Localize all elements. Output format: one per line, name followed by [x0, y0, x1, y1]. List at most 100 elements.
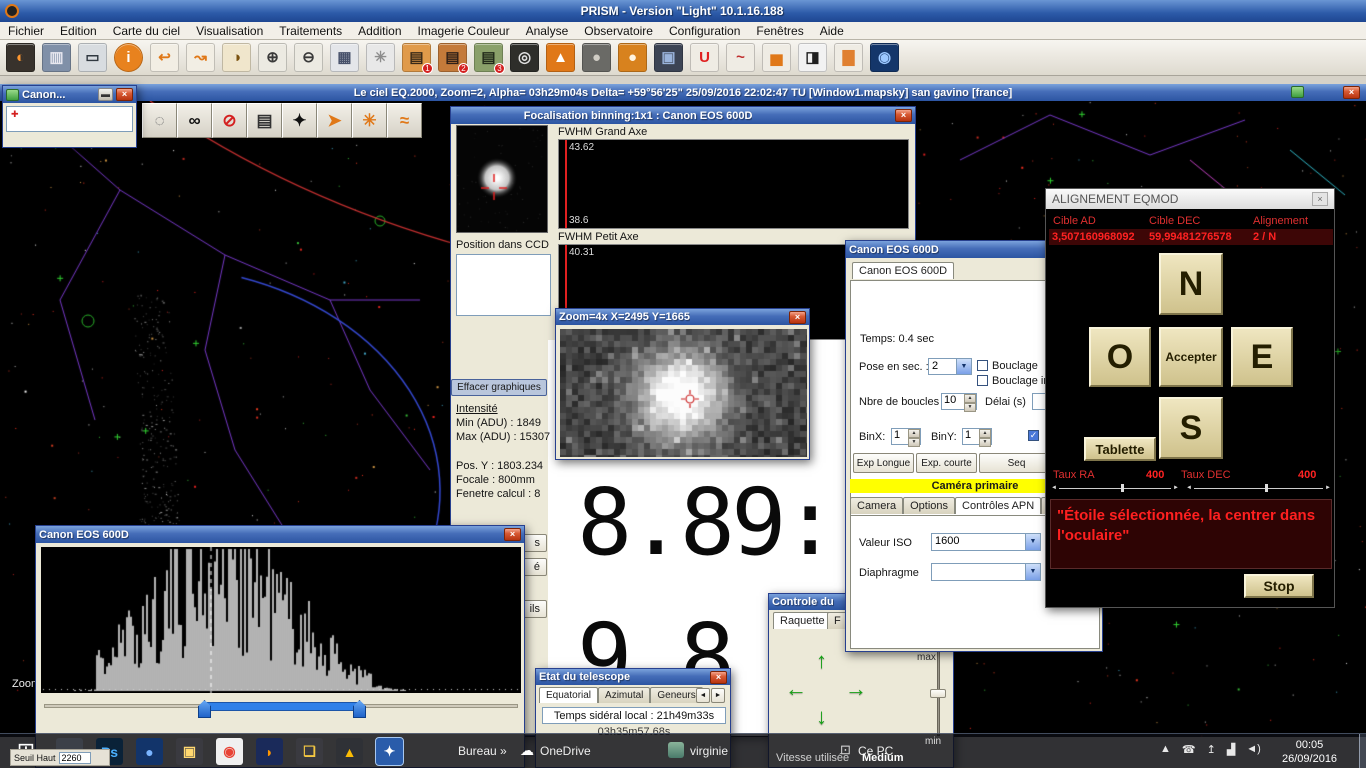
network-icon[interactable]: ▟ — [1227, 743, 1235, 756]
tab-camera[interactable]: Camera — [850, 497, 903, 514]
tabs-scroll-left-icon[interactable]: ◄ — [696, 688, 710, 703]
gear-icon[interactable]: ✳ — [366, 43, 395, 72]
phone-icon[interactable]: ☎ — [1182, 743, 1196, 756]
menu-item[interactable]: Imagerie Couleur — [410, 22, 518, 40]
bars-3d-icon[interactable]: ▅ — [762, 43, 791, 72]
menu-item[interactable]: Carte du ciel — [105, 22, 188, 40]
slew-down-arrow[interactable]: ↓ — [816, 706, 827, 728]
taux-ra-slider[interactable]: ◄► — [1051, 483, 1179, 493]
menu-item[interactable]: Analyse — [518, 22, 577, 40]
zoom-close-icon[interactable]: × — [789, 311, 806, 324]
iso-combo[interactable]: 1600▼ — [931, 533, 1041, 551]
speed-slider-thumb[interactable] — [930, 689, 946, 698]
taux-dec-slider[interactable]: ◄► — [1186, 483, 1331, 493]
swoosh-icon[interactable]: ≈ — [387, 103, 422, 138]
camera-3-icon[interactable]: ▤ 3 — [474, 43, 503, 72]
grid-icon[interactable]: ▦ — [330, 43, 359, 72]
menu-item[interactable]: Aide — [812, 22, 852, 40]
hidden-icons-chevron[interactable]: ▲ — [1160, 743, 1171, 756]
map-restore-icon[interactable] — [1291, 86, 1304, 98]
snapshot-icon[interactable]: ◐ — [6, 43, 35, 72]
slew-left-arrow[interactable]: ← — [785, 678, 807, 700]
contrast-icon[interactable]: ◑ — [222, 43, 251, 72]
zoom-in-icon[interactable]: ⊕ — [258, 43, 287, 72]
zoom-out-icon[interactable]: ⊖ — [294, 43, 323, 72]
map-titlebar[interactable]: Le ciel EQ.2000, Zoom=2, Alpha= 03h29m04… — [0, 84, 1366, 101]
tab-camera-main[interactable]: Canon EOS 600D — [852, 262, 954, 279]
histogram-icon[interactable]: ▇ — [834, 43, 863, 72]
update-icon[interactable]: ↥ — [1207, 743, 1216, 756]
nbre-boucles-spinner[interactable]: 10▲▼ — [941, 393, 977, 410]
menu-item[interactable]: Edition — [52, 22, 105, 40]
biny-spinner[interactable]: 1▲▼ — [962, 428, 992, 445]
camera-1-icon[interactable]: ▤ 1 — [402, 43, 431, 72]
onedrive-cloud-icon[interactable]: ☁ — [520, 742, 534, 759]
cone-icon[interactable]: ▲ — [546, 43, 575, 72]
etat-close-icon[interactable]: × — [710, 671, 727, 684]
app-titlebar[interactable]: PRISM - Version "Light" 10.1.16.188 — [0, 0, 1366, 22]
no-entry-icon[interactable]: ⊘ — [212, 103, 247, 138]
display-icon[interactable]: ▭ — [78, 43, 107, 72]
slew-right-arrow[interactable]: → — [845, 678, 867, 700]
slew-west-button[interactable]: O — [1089, 327, 1151, 387]
histogram-titlebar[interactable]: Canon EOS 600D × — [36, 526, 524, 543]
mask-icon[interactable]: ◨ — [798, 43, 827, 72]
histogram-close-icon[interactable]: × — [504, 528, 521, 541]
tab-azimutal[interactable]: Azimutal — [598, 687, 650, 703]
collapse-icon[interactable]: ✳ — [352, 103, 387, 138]
slew-south-button[interactable]: S — [1159, 397, 1223, 459]
undo-icon[interactable]: ↩ — [150, 43, 179, 72]
camera-2-icon[interactable]: ▤ 2 — [438, 43, 467, 72]
user-avatar[interactable] — [668, 742, 684, 758]
menu-item[interactable]: Fenêtres — [748, 22, 811, 40]
focalisation-close-icon[interactable]: × — [895, 109, 912, 122]
map-close-icon[interactable]: × — [1343, 86, 1360, 99]
exp-longue-button[interactable]: Exp Longue — [853, 453, 914, 473]
onedrive-label[interactable]: OneDrive — [540, 744, 591, 758]
histogram-canvas[interactable] — [41, 547, 521, 693]
menu-item[interactable]: Visualisation — [188, 22, 271, 40]
tablette-button[interactable]: Tablette — [1084, 437, 1156, 461]
diaphragme-dropdown-arrow[interactable]: ▼ — [1025, 564, 1040, 580]
printer-icon[interactable]: ▤ — [247, 103, 282, 138]
focalisation-titlebar[interactable]: Focalisation binning:1x1 : Canon EOS 600… — [451, 107, 915, 124]
zoom-view-canvas[interactable] — [560, 329, 807, 457]
tab-raquette[interactable]: Raquette — [773, 612, 832, 629]
mini-close-icon[interactable]: × — [116, 88, 133, 101]
ccd-icon[interactable]: ▣ — [654, 43, 683, 72]
tab-controles-apn[interactable]: Contrôles APN — [955, 497, 1041, 514]
binoculars-icon[interactable]: ∞ — [177, 103, 212, 138]
diaphragme-combo[interactable]: ▼ — [931, 563, 1041, 581]
firefox-icon[interactable]: ◗ — [256, 738, 283, 765]
tabs-scroll-right-icon[interactable]: ► — [711, 688, 725, 703]
slew-east-button[interactable]: E — [1231, 327, 1293, 387]
taskbar-clock[interactable]: 00:05 26/09/2016 — [1282, 738, 1337, 767]
spectrum-icon[interactable]: ~ — [726, 43, 755, 72]
mini-minimize-icon[interactable]: ▬ — [98, 88, 113, 101]
telescope-icon[interactable]: ◎ — [510, 43, 539, 72]
tab-equatorial[interactable]: Equatorial — [539, 687, 598, 703]
menu-item[interactable]: Traitements — [271, 22, 350, 40]
user-label[interactable]: virginie — [690, 744, 728, 758]
curve-icon[interactable]: ↝ — [186, 43, 215, 72]
magnet-icon[interactable]: U — [690, 43, 719, 72]
eqmod-close-icon[interactable]: × — [1312, 192, 1328, 206]
celestial-sphere-icon[interactable]: ◌ — [142, 103, 177, 138]
bouclage-checkbox[interactable] — [977, 360, 988, 371]
prism-icon[interactable]: ✦ — [376, 738, 403, 765]
stop-button[interactable]: Stop — [1244, 574, 1314, 598]
slew-north-button[interactable]: N — [1159, 253, 1223, 315]
info-icon[interactable]: i — [114, 43, 143, 72]
bin-sync-checkbox[interactable]: ✓ — [1028, 430, 1039, 441]
zoom-titlebar[interactable]: Zoom=4x X=2495 Y=1665 × — [556, 309, 809, 325]
drive-icon[interactable]: ▲ — [336, 738, 363, 765]
menu-item[interactable]: Addition — [350, 22, 409, 40]
menu-item[interactable]: Configuration — [661, 22, 748, 40]
moon-icon[interactable]: ● — [582, 43, 611, 72]
seq-button[interactable]: Seq — [979, 453, 1054, 473]
bureau-toolbar-label[interactable]: Bureau » — [458, 744, 507, 758]
pose-combo[interactable]: 2▼ — [928, 358, 972, 375]
comet-icon[interactable]: ● — [618, 43, 647, 72]
mini-canon-titlebar[interactable]: Canon... ▬ × — [3, 86, 136, 103]
chrome-icon[interactable]: ◉ — [216, 738, 243, 765]
